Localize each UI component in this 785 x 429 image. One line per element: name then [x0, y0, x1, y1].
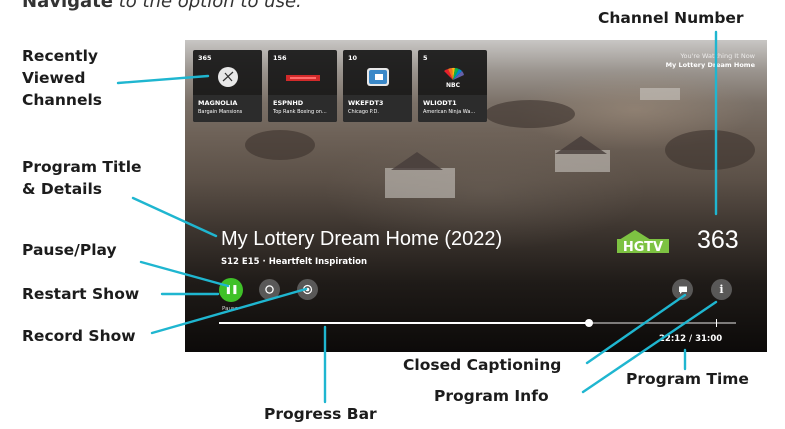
callout-program-title — [131, 196, 218, 238]
callout-pause-play — [139, 260, 230, 288]
callout-program-info — [581, 300, 718, 394]
callout-record-show — [150, 287, 308, 335]
callout-recently-viewed — [116, 74, 210, 85]
callout-lines — [116, 30, 718, 404]
callout-closed-captioning — [585, 293, 687, 365]
